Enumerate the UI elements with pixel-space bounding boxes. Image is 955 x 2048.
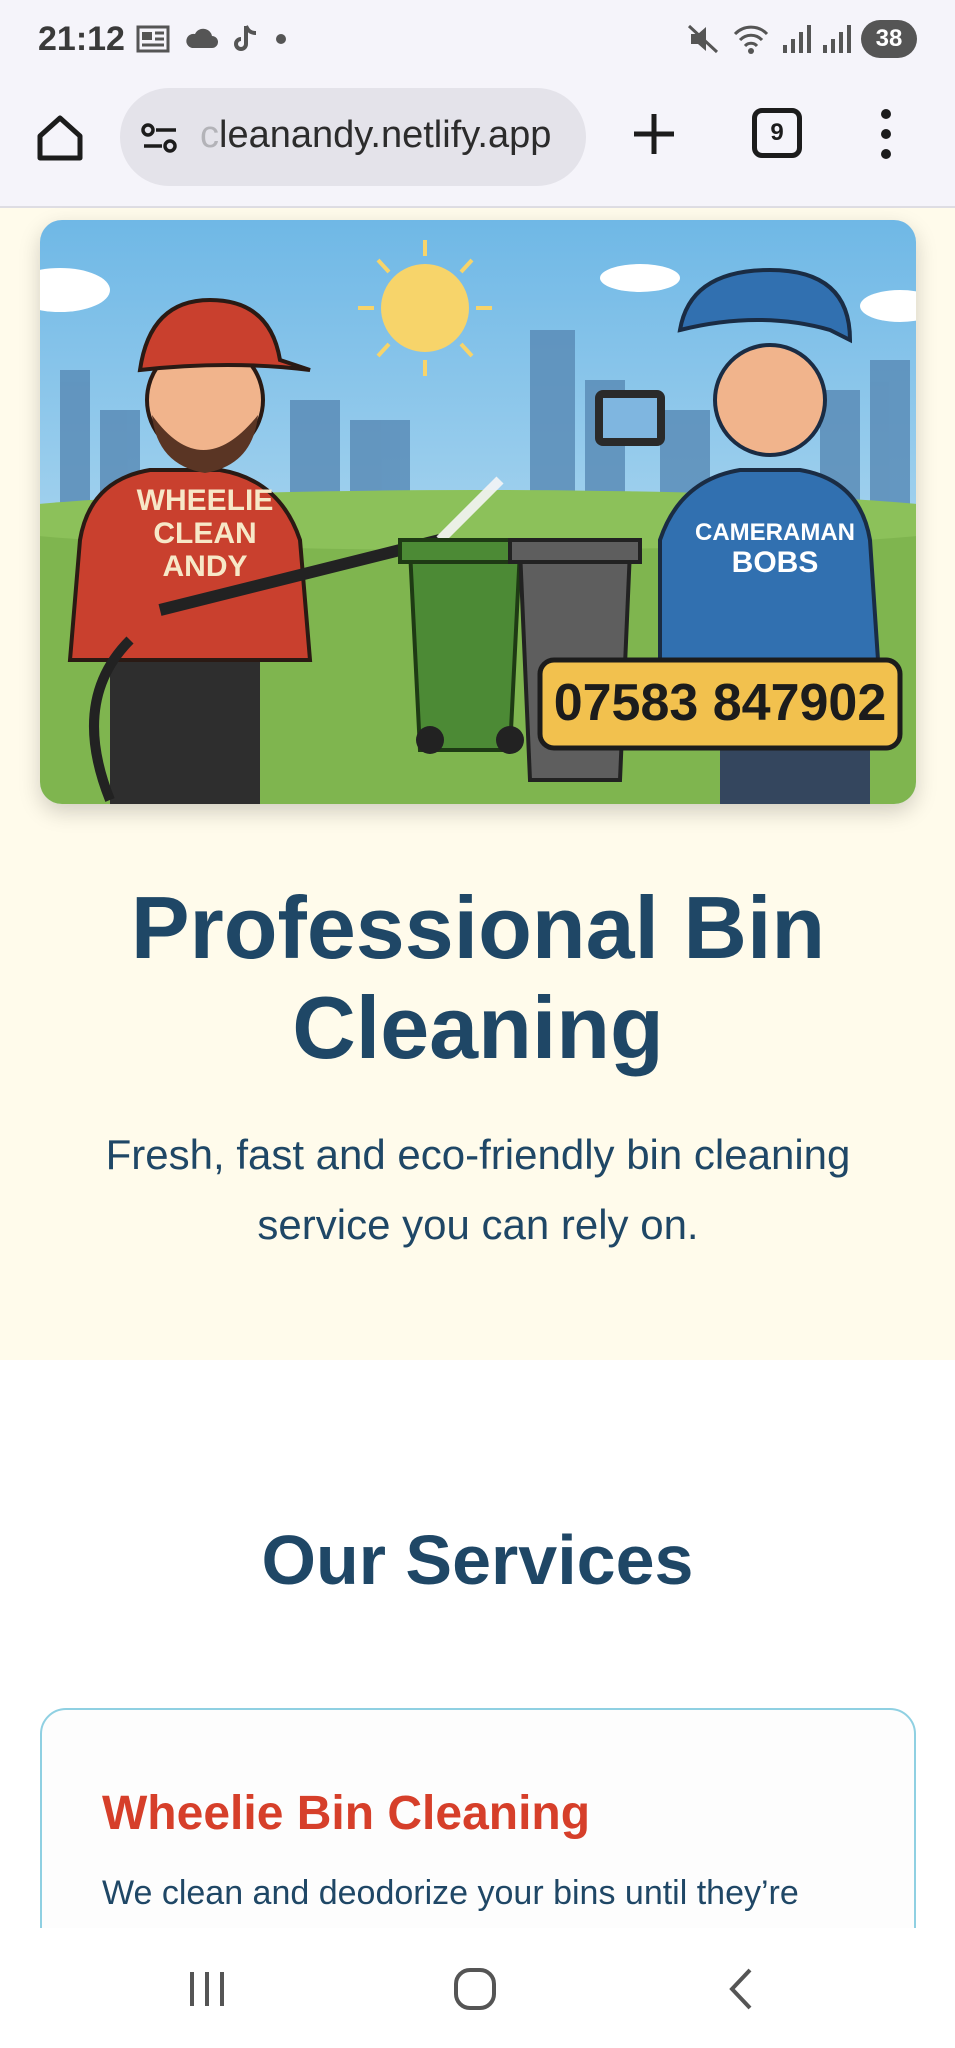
mute-icon bbox=[687, 24, 719, 54]
back-button[interactable] bbox=[706, 1954, 776, 2024]
services-heading: Our Services bbox=[261, 1521, 694, 1599]
home-nav-button[interactable] bbox=[440, 1954, 510, 2024]
hero-illustration: WHEELIE CLEAN ANDY CAMERAMAN BOBS 07583 … bbox=[40, 220, 916, 804]
more-options-icon[interactable] bbox=[874, 104, 898, 164]
browser-toolbar: cleanandy.netlify.app 9 bbox=[0, 84, 955, 208]
address-bar[interactable]: cleanandy.netlify.app bbox=[120, 88, 586, 186]
back-chevron-icon bbox=[729, 1968, 752, 2010]
home-icon bbox=[37, 115, 83, 161]
news-icon bbox=[136, 25, 170, 53]
hero-section: WHEELIE CLEAN ANDY CAMERAMAN BOBS 07583 … bbox=[0, 208, 955, 1360]
cloud-icon bbox=[186, 28, 218, 48]
url-text[interactable]: cleanandy.netlify.app bbox=[200, 114, 572, 157]
recent-apps-icon bbox=[190, 1972, 224, 2006]
status-bar: 21:12 38 bbox=[0, 0, 955, 84]
home-circle-icon bbox=[454, 1968, 496, 2010]
status-icons-right: 38 bbox=[685, 20, 917, 58]
shirt-text-line-2: BOBS bbox=[732, 546, 819, 579]
shirt-text-line-1: WHEELIE bbox=[137, 484, 274, 517]
status-icons-left bbox=[136, 24, 288, 54]
hero-title: Professional Bin Cleaning bbox=[130, 878, 826, 1077]
signal-icon bbox=[823, 25, 851, 53]
shirt-text-line-2: CLEAN bbox=[153, 517, 256, 550]
url-main-text: leanandy.netlify.app bbox=[219, 114, 552, 156]
tab-switcher-button[interactable]: 9 bbox=[752, 108, 802, 158]
system-navigation-bar bbox=[0, 1928, 955, 2048]
hero-subtitle: Fresh, fast and eco-friendly bin cleanin… bbox=[105, 1131, 851, 1248]
phone-number-text: 07583 847902 bbox=[554, 674, 887, 732]
recent-apps-button[interactable] bbox=[172, 1954, 242, 2024]
site-settings-icon[interactable] bbox=[138, 116, 182, 160]
shirt-text-line-1: CAMERAMAN bbox=[695, 519, 855, 546]
status-time: 21:12 bbox=[38, 20, 125, 58]
url-faded-text: c bbox=[200, 114, 219, 156]
dot-icon bbox=[276, 34, 286, 44]
service-card-title: Wheelie Bin Cleaning bbox=[102, 1787, 591, 1840]
wifi-icon bbox=[733, 25, 769, 54]
signal-icon bbox=[783, 25, 811, 53]
shirt-text-line-3: ANDY bbox=[162, 550, 247, 583]
home-button[interactable] bbox=[30, 108, 90, 168]
tiktok-icon bbox=[234, 25, 257, 51]
new-tab-icon[interactable] bbox=[626, 106, 682, 162]
battery-indicator: 38 bbox=[861, 20, 917, 58]
